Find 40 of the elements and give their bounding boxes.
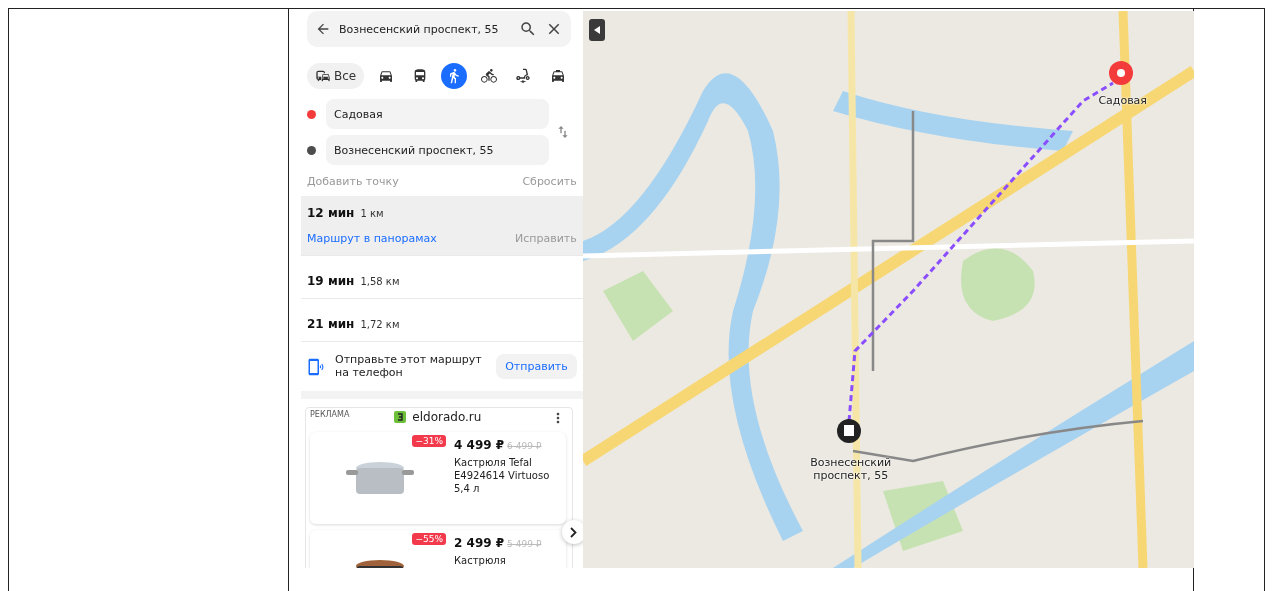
chevron-right-icon [570,526,578,538]
back-arrow-icon[interactable] [315,21,331,37]
ad-label: РЕКЛАМА [310,410,351,419]
old-price: 5 499 ₽ [507,539,542,549]
product-name: Кастрюля Tefal E4924614 Virtuoso 5,4 л [454,456,551,495]
next-arrow-button[interactable] [561,520,583,544]
start-marker-label: Садовая [1097,95,1148,108]
send-route-text: Отправьте этот маршрут на телефон [335,354,483,379]
route-point-field[interactable]: Садовая [326,99,549,129]
search-icon[interactable] [518,20,537,38]
discount-badge: −55% [412,533,446,545]
send-button[interactable]: Отправить [496,354,577,379]
transport-mode-tab[interactable]: Все [307,63,365,89]
route-distance: 1 км [360,208,384,219]
route-distance: 1,72 км [360,319,400,330]
route-option[interactable]: 12 мин 1 км Маршрут в панорамах Исправить [301,196,583,256]
taxi-icon [549,68,566,84]
bicycle-icon [480,68,497,84]
route-time: 19 мин [307,274,355,288]
product-card[interactable]: −55% 2 499 ₽ 5 499 ₽ Кастрюля [310,530,566,568]
route-time: 21 мин [307,317,355,331]
product-card[interactable]: −31% 4 499 ₽ 6 499 ₽ Кастрюля Tefal E4924614 Virtuoso 5,4 л [310,432,566,524]
vehicles-icon [315,68,331,84]
route-distance: 1,58 км [360,276,400,287]
store-logo-icon [394,411,407,423]
route-time: 12 мин [307,206,355,220]
discount-badge: −31% [412,435,446,447]
product-price: 4 499 ₽ [454,438,505,452]
left-triangle-icon [593,26,600,34]
search-field[interactable]: Вознесенский проспект, 55 [307,11,571,47]
car-icon [377,68,394,84]
old-price: 6 499 ₽ [507,441,542,451]
panorama-route-link[interactable]: Маршрут в панорамах [307,232,437,245]
product-price: 2 499 ₽ [454,536,505,550]
phone-icon [307,357,325,376]
ad-domain[interactable]: eldorado.ru [412,410,482,424]
product-name: Кастрюля [454,554,507,567]
route-point-field[interactable]: Вознесенский проспект, 55 [326,135,549,165]
end-marker-label: Вознесенский проспект, 55 [809,457,893,483]
scooter-icon [515,68,532,84]
